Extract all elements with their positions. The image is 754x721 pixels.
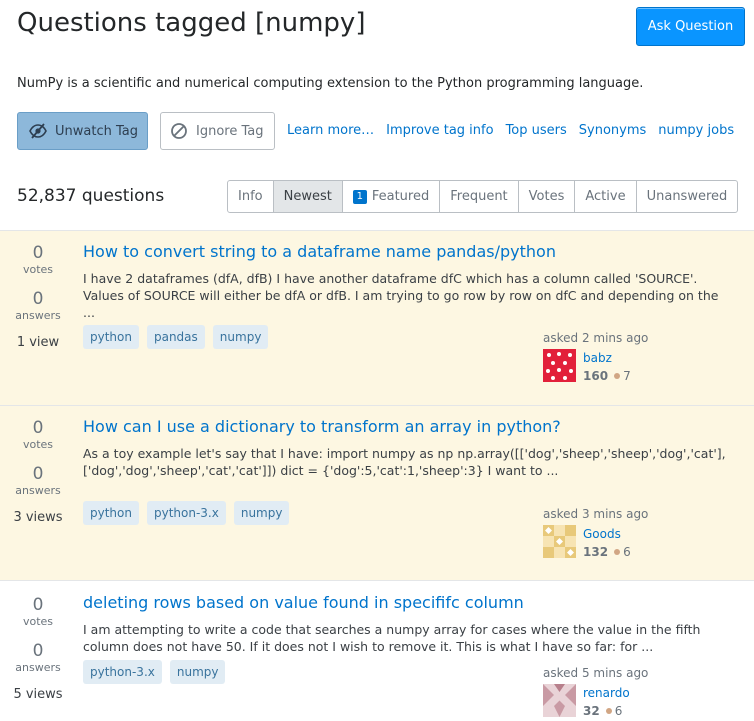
numpy-jobs-link[interactable]: numpy jobs (658, 123, 734, 138)
question-count: 52,837 questions (17, 186, 165, 206)
synonyms-link[interactable]: Synonyms (579, 123, 647, 138)
improve-tag-info-link[interactable]: Improve tag info (386, 123, 493, 138)
question-tags: python pandas numpy (83, 325, 269, 349)
bronze-badge-icon (605, 708, 612, 714)
user-reputation: 32 6 (583, 704, 622, 718)
question-stats: 0 votes 0 answers 1 view (0, 243, 76, 350)
reputation-score: 32 (583, 704, 600, 718)
answers-label: answers (15, 309, 61, 322)
tag-pandas[interactable]: pandas (146, 325, 205, 349)
tag-numpy[interactable]: numpy (233, 501, 290, 525)
answers-label: answers (15, 484, 61, 497)
tag-python-3x[interactable]: python-3.x (83, 660, 162, 684)
answer-count: 0 (32, 464, 44, 484)
tag-numpy[interactable]: numpy (212, 325, 269, 349)
question-excerpt: I have 2 dataframes (dfA, dfB) I have an… (83, 271, 719, 320)
tag-python[interactable]: python (83, 325, 139, 349)
question-stats: 0 votes 0 answers 5 views (0, 595, 76, 702)
user-name-link[interactable]: Goods (583, 527, 621, 541)
bronze-badge-count: 6 (623, 545, 631, 559)
tab-info[interactable]: Info (228, 181, 273, 212)
user-reputation: 132 6 (583, 545, 631, 559)
question-title-link[interactable]: How can I use a dictionary to transform … (83, 417, 561, 436)
question-title-link[interactable]: deleting rows based on value found in sp… (83, 593, 524, 612)
avatar[interactable] (543, 525, 576, 558)
votes-label: votes (22, 438, 54, 451)
bronze-badge-count: 6 (614, 704, 623, 718)
learn-more-link[interactable]: Learn more… (287, 123, 374, 138)
answer-count: 0 (32, 641, 44, 661)
block-icon (170, 122, 188, 140)
view-count: 5 views (13, 687, 63, 702)
votes-label: votes (22, 615, 54, 628)
view-count: 3 views (13, 510, 63, 525)
tag-links: Learn more… Improve tag info Top users S… (287, 123, 734, 138)
question-title-link[interactable]: How to convert string to a dataframe nam… (83, 242, 556, 261)
unwatch-tag-label: Unwatch Tag (55, 123, 138, 139)
tag-description: NumPy is a scientific and numerical comp… (17, 76, 644, 91)
question-tags: python python-3.x numpy (83, 501, 290, 525)
question-summary: 0 votes 0 answers 3 views How can I use … (0, 405, 754, 580)
bronze-badge-count: 7 (623, 369, 631, 383)
answer-count: 0 (32, 289, 44, 309)
question-stats: 0 votes 0 answers 3 views (0, 418, 76, 525)
ignore-tag-label: Ignore Tag (196, 123, 264, 139)
tag-numpy[interactable]: numpy (169, 660, 226, 684)
reputation-score: 160 (583, 369, 609, 383)
eye-off-icon (29, 122, 47, 140)
tag-python-3x[interactable]: python-3.x (146, 501, 226, 525)
votes-label: votes (22, 263, 54, 276)
asked-time[interactable]: asked 5 mins ago (543, 666, 648, 680)
bronze-badge-icon (614, 373, 621, 379)
avatar[interactable] (543, 349, 576, 382)
question-summary: 0 votes 0 answers 5 views deleting rows … (0, 580, 754, 721)
top-users-link[interactable]: Top users (506, 123, 567, 138)
answers-label: answers (15, 661, 61, 674)
question-excerpt: I am attempting to write a code that sea… (83, 622, 701, 654)
user-name-link[interactable]: babz (583, 351, 612, 365)
question-summary: 0 votes 0 answers 1 view How to convert … (0, 230, 754, 405)
user-name-link[interactable]: renardo (583, 686, 630, 700)
page-title: Questions tagged [numpy] (17, 8, 366, 38)
tab-featured[interactable]: 1 Featured (341, 181, 439, 212)
user-reputation: 160 7 (583, 369, 631, 383)
sort-tabs: Info Newest 1 Featured Frequent Votes Ac… (227, 180, 739, 213)
tab-active[interactable]: Active (574, 181, 635, 212)
vote-count: 0 (32, 418, 44, 438)
unwatch-tag-button[interactable]: Unwatch Tag (17, 112, 148, 150)
vote-count: 0 (32, 243, 44, 263)
featured-count-badge: 1 (352, 189, 367, 204)
question-tags: python-3.x numpy (83, 660, 226, 684)
avatar[interactable] (543, 684, 576, 717)
ignore-tag-button[interactable]: Ignore Tag (160, 112, 275, 150)
asked-time[interactable]: asked 2 mins ago (543, 331, 648, 345)
asked-time[interactable]: asked 3 mins ago (543, 507, 648, 521)
tab-newest[interactable]: Newest (272, 181, 342, 212)
reputation-score: 132 (583, 545, 609, 559)
tab-unanswered[interactable]: Unanswered (635, 181, 738, 212)
view-count: 1 view (16, 335, 60, 350)
tag-python[interactable]: python (83, 501, 139, 525)
vote-count: 0 (32, 595, 44, 615)
bronze-badge-icon (614, 549, 621, 555)
tab-frequent[interactable]: Frequent (439, 181, 517, 212)
ask-question-button[interactable]: Ask Question (636, 7, 745, 46)
question-excerpt: As a toy example let's say that I have: … (83, 446, 726, 478)
tab-featured-label: Featured (371, 189, 430, 204)
tab-votes[interactable]: Votes (517, 181, 575, 212)
